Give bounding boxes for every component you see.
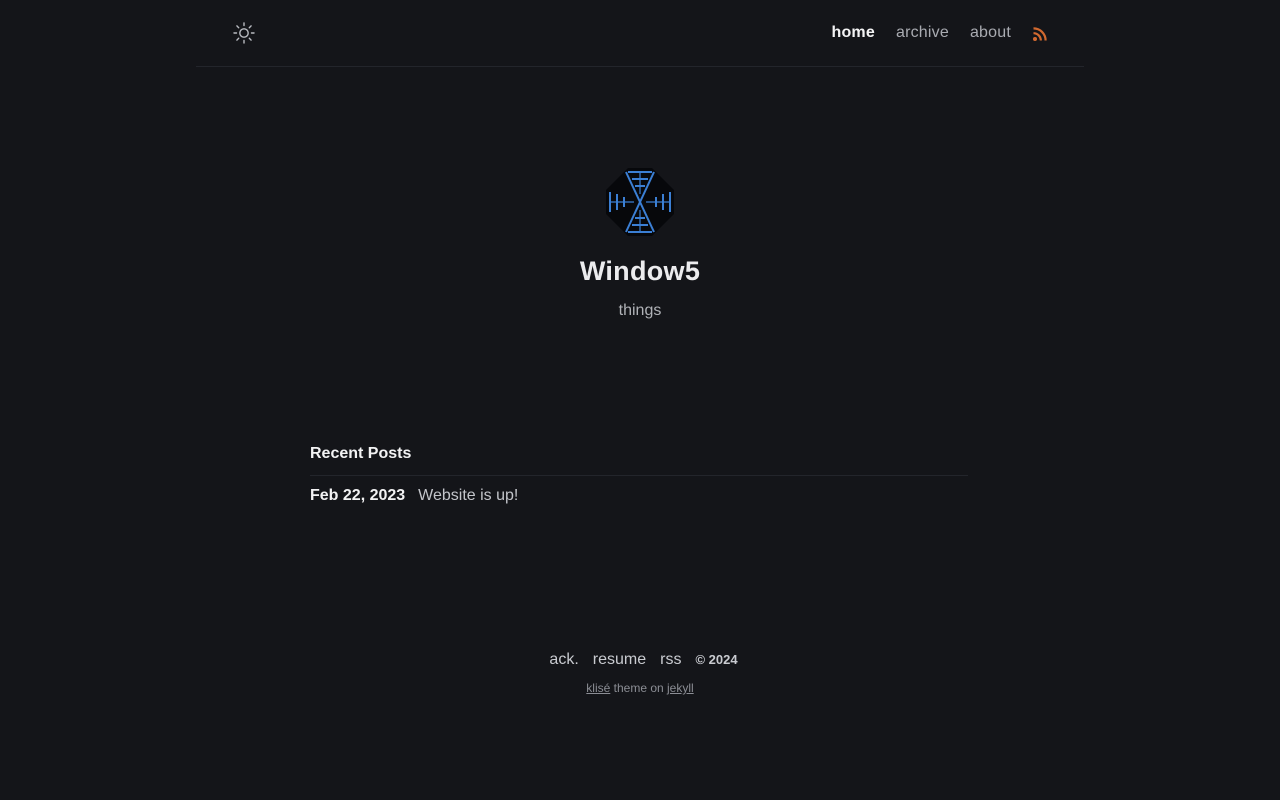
- sun-icon[interactable]: [232, 21, 256, 45]
- main-nav: home archive about: [810, 0, 1048, 66]
- nav-home-link[interactable]: home: [831, 24, 874, 42]
- jekyll-credit-link[interactable]: jekyll: [667, 681, 694, 695]
- site-header: home archive about: [196, 0, 1084, 67]
- site-footer: ack. resume rss © 2024 klisé theme on je…: [0, 651, 1280, 695]
- recent-posts-section: Recent Posts Feb 22, 2023 Website is up!: [310, 445, 968, 505]
- nav-archive-link[interactable]: archive: [896, 24, 949, 42]
- profile-section: Window5 things: [0, 166, 1280, 320]
- window-logo-icon: [604, 166, 676, 238]
- footer-ack-link[interactable]: ack.: [549, 651, 578, 669]
- footer-links: ack. resume rss © 2024: [0, 651, 1280, 669]
- footer-resume-link[interactable]: resume: [593, 651, 646, 669]
- recent-posts-heading: Recent Posts: [310, 445, 968, 476]
- rss-icon[interactable]: [1032, 26, 1048, 42]
- theme-credit-text: theme on: [610, 681, 668, 695]
- list-item: Feb 22, 2023 Website is up!: [310, 487, 968, 505]
- theme-credit: klisé theme on jekyll: [0, 681, 1280, 695]
- theme-credit-link[interactable]: klisé: [586, 681, 610, 695]
- copyright: © 2024: [695, 652, 738, 667]
- post-title-link[interactable]: Website is up!: [418, 487, 518, 505]
- site-subtitle: things: [618, 302, 662, 319]
- nav-about-link[interactable]: about: [970, 24, 1011, 42]
- site-title: Window5: [579, 256, 701, 286]
- post-date: Feb 22, 2023: [310, 487, 406, 504]
- footer-rss-link[interactable]: rss: [660, 651, 681, 669]
